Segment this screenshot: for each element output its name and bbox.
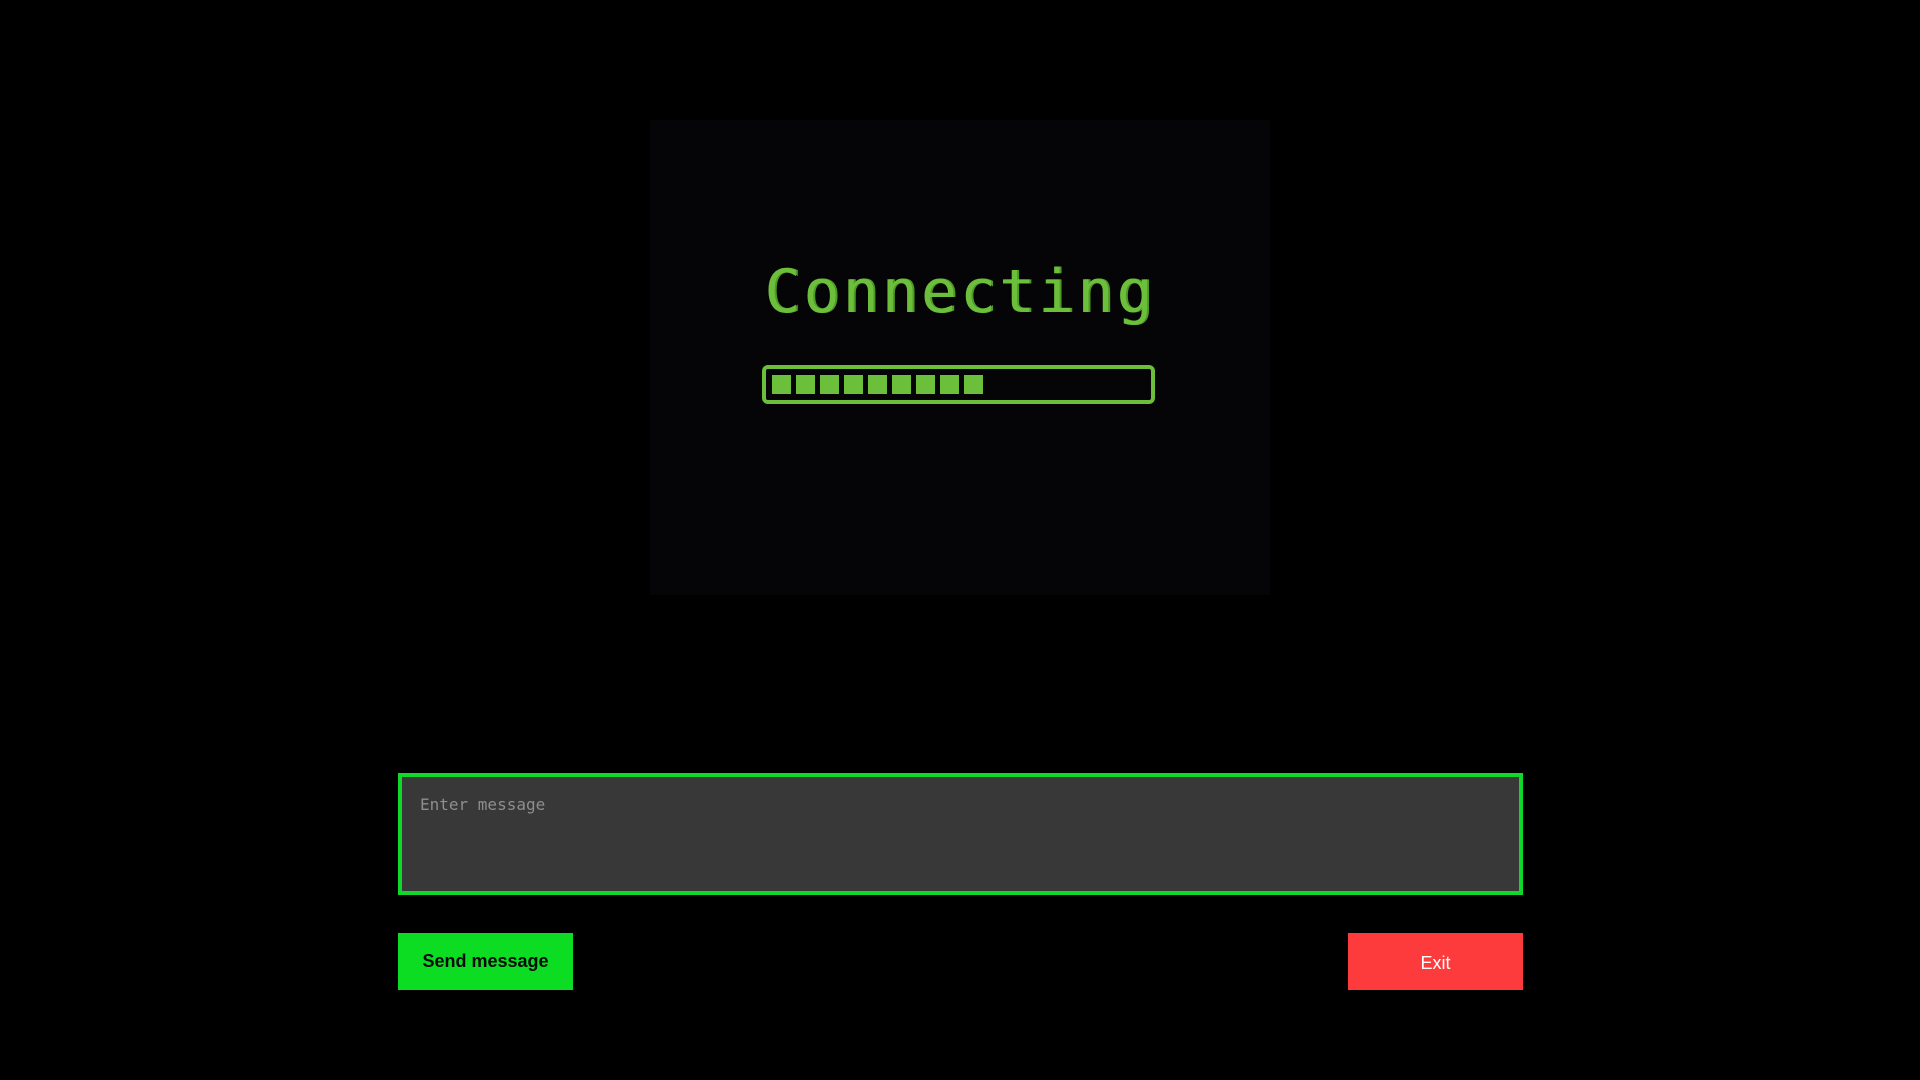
message-box[interactable]: [398, 773, 1523, 895]
progress-segment: [964, 375, 983, 394]
progress-blocks: [772, 375, 983, 394]
progress-segment: [844, 375, 863, 394]
progress-segment: [940, 375, 959, 394]
send-message-button[interactable]: Send message: [398, 933, 573, 990]
progress-segment: [916, 375, 935, 394]
connection-status-panel: Connecting: [650, 120, 1270, 595]
exit-button[interactable]: Exit: [1348, 933, 1523, 990]
progress-segment: [892, 375, 911, 394]
progress-segment: [796, 375, 815, 394]
message-input[interactable]: [402, 777, 1519, 891]
connection-progress-bar: [762, 365, 1155, 404]
progress-segment: [820, 375, 839, 394]
progress-segment: [868, 375, 887, 394]
connecting-title: Connecting: [764, 257, 1156, 327]
progress-segment: [772, 375, 791, 394]
